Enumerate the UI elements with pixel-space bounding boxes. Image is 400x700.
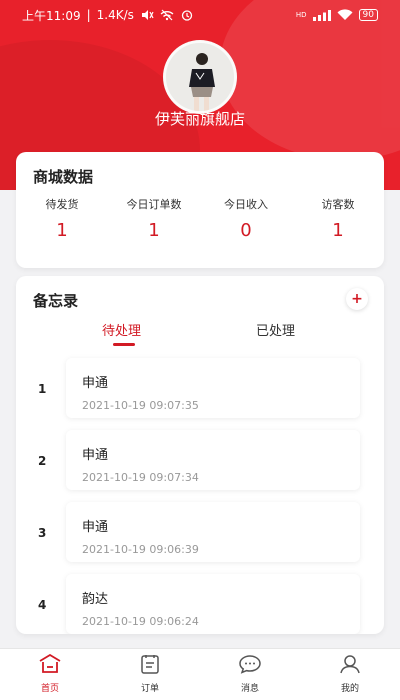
mute-icon <box>140 9 154 21</box>
memo-index: 1 <box>38 382 47 396</box>
nav-home[interactable]: 首页 <box>0 649 100 700</box>
memo-tabs: 待处理 已处理 <box>16 320 384 350</box>
memo-card: 备忘录 + 待处理 已处理 1 申通 2021-10-19 09:07:35 2… <box>16 276 384 634</box>
stat-label: 待发货 <box>45 198 79 211</box>
memo-row: 3 申通 2021-10-19 09:06:39 <box>16 500 384 572</box>
stat-label: 访客数 <box>321 198 355 211</box>
no-wifi-icon <box>160 9 174 21</box>
memo-courier: 申通 <box>82 520 109 535</box>
status-network-speed: 1.4K/s <box>96 8 134 22</box>
memo-courier: 申通 <box>82 376 109 391</box>
wifi-icon <box>337 9 353 21</box>
store-avatar[interactable] <box>163 40 237 114</box>
avatar-image <box>166 43 234 111</box>
hd-signal-label: HD <box>295 11 307 19</box>
memo-courier: 申通 <box>82 448 109 463</box>
stat-today-orders[interactable]: 今日订单数 1 <box>108 196 200 241</box>
nav-label: 我的 <box>340 684 359 694</box>
stat-today-income[interactable]: 今日收入 0 <box>200 196 292 241</box>
tab-pending[interactable]: 待处理 <box>102 320 141 339</box>
stat-value: 0 <box>240 220 252 241</box>
bottom-navigation: 首页 订单 消息 我的 <box>0 648 400 700</box>
profile-icon <box>338 654 362 678</box>
status-separator: | <box>86 8 91 22</box>
memo-time: 2021-10-19 09:06:24 <box>82 615 199 628</box>
nav-label: 消息 <box>240 684 259 694</box>
memo-courier: 韵达 <box>82 592 109 607</box>
memo-row: 4 韵达 2021-10-19 09:06:24 <box>16 572 384 634</box>
stat-label: 今日收入 <box>224 198 268 211</box>
order-icon <box>138 654 162 678</box>
home-icon <box>38 653 62 678</box>
memo-row: 2 申通 2021-10-19 09:07:34 <box>16 428 384 500</box>
alarm-icon <box>180 9 194 21</box>
nav-messages[interactable]: 消息 <box>200 649 300 700</box>
stat-pending-shipment[interactable]: 待发货 1 <box>16 196 108 241</box>
nav-label: 订单 <box>140 684 159 694</box>
nav-profile[interactable]: 我的 <box>300 649 400 700</box>
memo-item[interactable]: 韵达 2021-10-19 09:06:24 <box>66 574 360 634</box>
store-name: 伊芙丽旗舰店 <box>154 110 245 128</box>
memo-index: 4 <box>38 598 47 612</box>
stat-visitors[interactable]: 访客数 1 <box>292 196 384 241</box>
stats-title: 商城数据 <box>33 168 94 186</box>
message-icon <box>238 654 262 678</box>
memo-row: 1 申通 2021-10-19 09:07:35 <box>16 356 384 428</box>
stat-value: 1 <box>56 220 68 241</box>
status-bar: 上午11:09 | 1.4K/s HD 90 <box>0 0 400 30</box>
stat-label: 今日订单数 <box>126 198 182 211</box>
active-tab-indicator <box>113 343 135 346</box>
store-stats-card: 商城数据 待发货 1 今日订单数 1 今日收入 0 访客数 1 <box>16 152 384 268</box>
memo-title: 备忘录 <box>33 292 79 310</box>
add-memo-button[interactable]: + <box>346 288 368 310</box>
memo-index: 3 <box>38 526 47 540</box>
memo-time: 2021-10-19 09:06:39 <box>82 543 199 556</box>
nav-label: 首页 <box>40 684 59 694</box>
memo-list: 1 申通 2021-10-19 09:07:35 2 申通 2021-10-19… <box>16 356 384 634</box>
memo-item[interactable]: 申通 2021-10-19 09:07:35 <box>66 358 360 418</box>
signal-icon <box>312 9 331 21</box>
memo-time: 2021-10-19 09:07:35 <box>82 399 199 412</box>
stat-value: 1 <box>148 220 160 241</box>
memo-time: 2021-10-19 09:07:34 <box>82 471 199 484</box>
tab-processed[interactable]: 已处理 <box>256 320 295 339</box>
nav-orders[interactable]: 订单 <box>100 649 200 700</box>
battery-indicator: 90 <box>358 9 378 21</box>
memo-index: 2 <box>38 454 47 468</box>
memo-item[interactable]: 申通 2021-10-19 09:06:39 <box>66 502 360 562</box>
status-time: 上午11:09 <box>22 8 81 23</box>
memo-item[interactable]: 申通 2021-10-19 09:07:34 <box>66 430 360 490</box>
stat-value: 1 <box>332 220 344 241</box>
